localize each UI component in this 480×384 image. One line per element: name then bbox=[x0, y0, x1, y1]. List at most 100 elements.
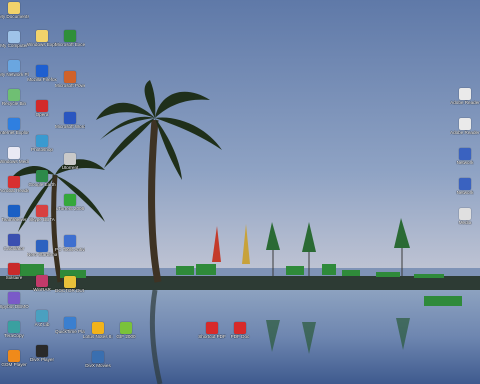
gom-player-icon bbox=[8, 350, 20, 362]
opera-icon bbox=[36, 100, 48, 112]
reader-icon bbox=[459, 118, 471, 130]
desktop-shortcut[interactable]: Network bbox=[450, 178, 480, 195]
computer-icon bbox=[8, 31, 20, 43]
desktop-shortcut[interactable]: My Documents bbox=[0, 2, 29, 19]
desktop-shortcut[interactable]: Microsoft PowerPoint bbox=[55, 71, 85, 88]
shield-icon bbox=[8, 292, 20, 304]
desktop-shortcut[interactable]: Media bbox=[450, 208, 480, 225]
desktop-shortcut[interactable]: Microsoft Excel 2003 bbox=[55, 30, 85, 47]
desktop-shortcut[interactable]: DivX Movies bbox=[83, 351, 113, 368]
shortcut-label: Skype BETA bbox=[29, 217, 55, 222]
shortcut-label: Opera bbox=[35, 112, 49, 117]
shortcut-label: GIF 2000 bbox=[116, 334, 136, 339]
shortcut-label: Microsoft PowerPoint bbox=[55, 83, 85, 88]
shortcut-label: TeraCopy bbox=[4, 333, 24, 338]
desktop-shortcut[interactable]: Calculator bbox=[0, 234, 29, 251]
folder-icon bbox=[8, 2, 20, 14]
shortcut-label: Utorrent bbox=[61, 165, 79, 170]
desktop-shortcut[interactable]: My Network Places bbox=[0, 60, 29, 77]
torrent-icon bbox=[64, 153, 76, 165]
desktop-shortcut[interactable]: DOCTOR DUI 2005 bbox=[55, 276, 85, 293]
desktop-shortcut[interactable]: GIF 2000 bbox=[111, 322, 141, 339]
shortcut-label: DivX Movies bbox=[85, 363, 111, 368]
cards-icon bbox=[8, 263, 20, 275]
desktop-shortcut[interactable]: Windows Media Player bbox=[0, 147, 29, 164]
globe-icon bbox=[36, 170, 48, 182]
gif-icon bbox=[120, 322, 132, 334]
doctor-icon bbox=[64, 276, 76, 288]
shortcut-label: WinRAR bbox=[33, 287, 51, 292]
shortcut-label: Photoshop bbox=[31, 147, 53, 152]
desktop-shortcut[interactable]: Opera bbox=[27, 100, 57, 117]
firefox-icon bbox=[36, 65, 48, 77]
quicktime-icon bbox=[64, 317, 76, 329]
desktop-shortcut[interactable]: PC Tools Antivirus bbox=[55, 235, 85, 252]
desktop-shortcut[interactable]: Network bbox=[450, 148, 480, 165]
shortcut-label: uTorrent 2006 bbox=[55, 206, 85, 211]
desktop-shortcut[interactable]: Shortcut PDF bbox=[197, 322, 227, 339]
network-icon bbox=[459, 148, 471, 160]
desktop-shortcut[interactable]: Spybot DEMO bbox=[0, 292, 29, 309]
desktop-shortcut[interactable]: Adobe Reader bbox=[450, 88, 480, 105]
shortcut-label: Network bbox=[456, 160, 474, 165]
desktop-shortcut[interactable]: TeraCopy bbox=[0, 321, 29, 338]
desktop-shortcut[interactable]: Internet Explorer bbox=[0, 118, 29, 135]
media-player-icon bbox=[8, 147, 20, 159]
desktop-shortcut[interactable]: Acrobat Reader bbox=[0, 176, 29, 193]
desktop-shortcut[interactable]: GOM Player bbox=[0, 350, 29, 367]
desktop-shortcut[interactable]: TeamViewer bbox=[0, 205, 29, 222]
shortcut-label: Google Earth bbox=[28, 182, 56, 187]
desktop-shortcut[interactable]: PDF Doc bbox=[225, 322, 255, 339]
nero-icon bbox=[36, 240, 48, 252]
lotus-icon bbox=[92, 322, 104, 334]
shortcut-label: TeamViewer bbox=[1, 217, 27, 222]
desktop-shortcut[interactable]: uTorrent 2006 bbox=[55, 194, 85, 211]
network-icon bbox=[8, 60, 20, 72]
desktop-shortcut[interactable]: Utorrent bbox=[55, 153, 85, 170]
desktop-shortcut[interactable]: QuickTime Player bbox=[55, 317, 85, 334]
shortcut-label: A-Z Lib bbox=[34, 322, 50, 327]
desktop-shortcut[interactable]: A-Z Lib bbox=[27, 310, 57, 327]
archive-icon bbox=[36, 275, 48, 287]
desktop-shortcut[interactable]: Nero StartSmart bbox=[27, 240, 57, 257]
desktop-shortcut[interactable]: Google Earth bbox=[27, 170, 57, 187]
excel-icon bbox=[64, 30, 76, 42]
desktop-shortcut[interactable]: Lotus Notes 8.5 bbox=[83, 322, 113, 339]
shortcut-label: DivX Player bbox=[30, 357, 54, 362]
desktop-shortcut[interactable]: Skype BETA bbox=[27, 205, 57, 222]
desktop-shortcut[interactable]: Solitaire bbox=[0, 263, 29, 280]
antivirus-icon bbox=[64, 235, 76, 247]
shortcut-label: Windows Media Player bbox=[0, 159, 29, 164]
shortcut-label: GOM Player bbox=[1, 362, 27, 367]
shortcut-label: Acrobat Reader bbox=[0, 188, 29, 193]
desktop-shortcut[interactable]: WinRAR bbox=[27, 275, 57, 292]
movie-icon bbox=[92, 351, 104, 363]
desktop-shortcut[interactable]: Windows Explorer bbox=[27, 30, 57, 47]
shortcut-label: Network bbox=[456, 190, 474, 195]
pdf-icon bbox=[234, 322, 246, 334]
shortcut-label: DOCTOR DUI 2005 bbox=[55, 288, 85, 293]
divx-icon bbox=[36, 345, 48, 357]
reader-icon bbox=[459, 88, 471, 100]
shortcut-label: Media bbox=[458, 220, 472, 225]
internet-explorer-icon bbox=[8, 118, 20, 130]
shortcut-label: Microsoft Excel 2003 bbox=[55, 42, 85, 47]
desktop-shortcut[interactable]: Adobe Reader 8 bbox=[450, 118, 480, 135]
acrobat-icon bbox=[8, 176, 20, 188]
shortcut-label: QuickTime Player bbox=[55, 329, 85, 334]
recycle-bin-icon bbox=[8, 89, 20, 101]
desktop-shortcut[interactable]: My Computer bbox=[0, 31, 29, 48]
shortcut-label: Adobe Reader bbox=[450, 100, 480, 105]
shortcut-label: Solitaire bbox=[5, 275, 23, 280]
calculator-icon bbox=[8, 234, 20, 246]
desktop-shortcut[interactable]: Recycle Bin bbox=[0, 89, 29, 106]
desktop-shortcut[interactable]: DivX Player bbox=[27, 345, 57, 362]
shortcut-label: PC Tools Antivirus bbox=[55, 247, 85, 252]
utorrent-icon bbox=[64, 194, 76, 206]
teamviewer-icon bbox=[8, 205, 20, 217]
copy-icon bbox=[8, 321, 20, 333]
desktop-shortcut[interactable]: Photoshop bbox=[27, 135, 57, 152]
desktop-shortcut[interactable]: Mozilla Firefox bbox=[27, 65, 57, 82]
desktop-shortcut[interactable]: Microsoft Word 2003 bbox=[55, 112, 85, 129]
pdf-icon bbox=[206, 322, 218, 334]
